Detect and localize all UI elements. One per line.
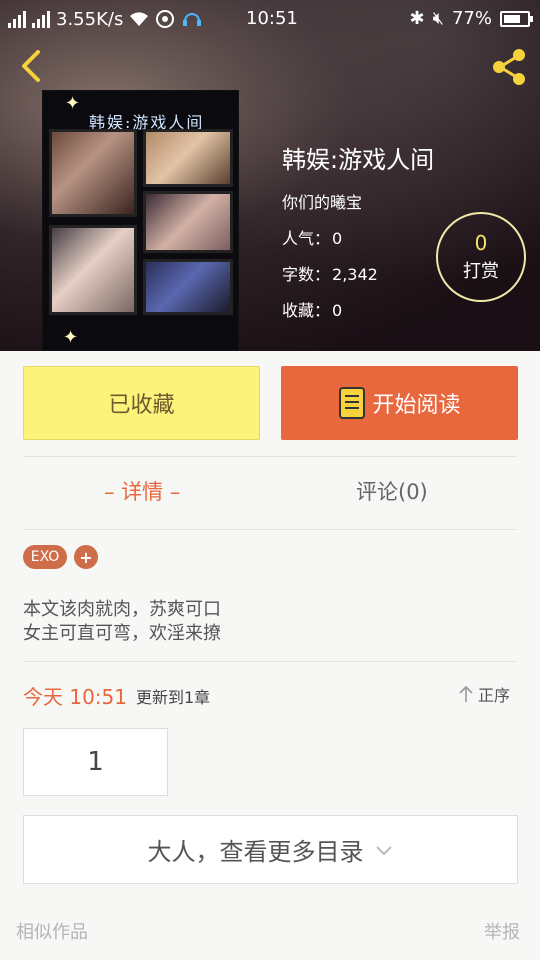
network-speed: 3.55K/s <box>56 8 124 30</box>
battery-icon <box>500 10 533 27</box>
description-line: 本文该肉就肉，苏爽可口 <box>23 599 221 620</box>
chevron-left-icon <box>22 50 40 82</box>
popularity-value: 0 <box>332 229 343 248</box>
back-button[interactable] <box>14 46 50 86</box>
status-bar: 3.55K/s 10:51 ✱ 🔇︎ 77% <box>0 0 540 38</box>
collected-label: 已收藏 <box>108 393 175 418</box>
similar-works-label: 相似作品 <box>16 922 88 943</box>
collected-button[interactable]: 已收藏 <box>23 366 260 440</box>
description-line: 女主可直可弯，欢淫来撩 <box>23 623 221 644</box>
tab-comments[interactable]: 评论(0) <box>356 476 428 506</box>
cover-photo <box>49 129 137 217</box>
cover-photo <box>143 259 233 315</box>
favorites-label: 收藏： <box>282 301 331 320</box>
divider <box>23 661 517 662</box>
reward-count: 0 <box>474 231 488 255</box>
star-icon: ✦ <box>65 93 81 114</box>
popularity-stat: 人气： 0 <box>282 225 434 249</box>
sort-order-label: 正序 <box>478 686 511 705</box>
favorites-value: 0 <box>332 301 343 320</box>
more-catalog-label: 大人，查看更多目录 <box>147 838 364 866</box>
status-time: 10:51 <box>246 8 298 29</box>
add-tag-button[interactable]: + <box>74 545 98 569</box>
word-count-stat: 字数： 2,342 <box>282 261 434 285</box>
report-button[interactable]: 举报 <box>484 918 520 944</box>
word-count-value: 2,342 <box>332 265 378 284</box>
signal-icon <box>8 10 26 28</box>
cover-photo <box>143 129 233 187</box>
chapter-button[interactable]: 1 <box>23 728 168 796</box>
favorites-stat: 收藏： 0 <box>282 297 434 321</box>
word-count-label: 字数： <box>282 265 331 284</box>
book-author[interactable]: 你们的曦宝 <box>282 189 434 213</box>
popularity-label: 人气： <box>282 229 331 248</box>
start-reading-button[interactable]: 开始阅读 <box>281 366 518 440</box>
share-button[interactable] <box>488 46 530 88</box>
music-icon <box>156 10 175 28</box>
mute-icon: 🔇︎ <box>432 8 444 29</box>
more-catalog-button[interactable]: 大人，查看更多目录 <box>23 815 518 884</box>
sort-order-button[interactable]: 正序 <box>458 682 510 706</box>
headset-icon <box>183 13 202 26</box>
star-icon: ✦ <box>63 327 79 348</box>
tag-exo[interactable]: EXO <box>23 545 67 569</box>
book-description: 本文该肉就肉，苏爽可口 女主可直可弯，欢淫来撩 <box>23 598 221 646</box>
reward-button[interactable]: 0 打赏 <box>436 212 526 302</box>
book-cover[interactable]: 韩娱:游戏人间 ✦ ✦ <box>42 90 239 351</box>
divider <box>23 529 517 530</box>
bluetooth-icon: ✱ <box>409 8 425 29</box>
chapter-number: 1 <box>87 747 104 777</box>
share-icon <box>493 49 525 85</box>
wifi-icon <box>130 12 149 26</box>
divider <box>23 456 517 457</box>
book-title: 韩娱:游戏人间 <box>282 146 435 174</box>
tab-details[interactable]: – 详情 – <box>104 476 180 506</box>
start-reading-label: 开始阅读 <box>372 393 461 418</box>
cover-photo <box>143 191 233 253</box>
book-icon <box>339 387 366 419</box>
reward-label: 打赏 <box>463 261 499 282</box>
arrow-up-icon <box>459 685 473 702</box>
update-time: 今天 10:51 <box>23 685 127 709</box>
chevron-down-icon <box>375 845 392 855</box>
book-info: 韩娱:游戏人间 你们的曦宝 人气： 0 字数： 2,342 收藏： 0 <box>282 140 434 321</box>
cover-photo <box>49 225 137 315</box>
signal-icon-2 <box>32 10 50 28</box>
battery-percent: 77% <box>451 8 492 29</box>
update-status: 更新到1章 <box>136 688 211 707</box>
